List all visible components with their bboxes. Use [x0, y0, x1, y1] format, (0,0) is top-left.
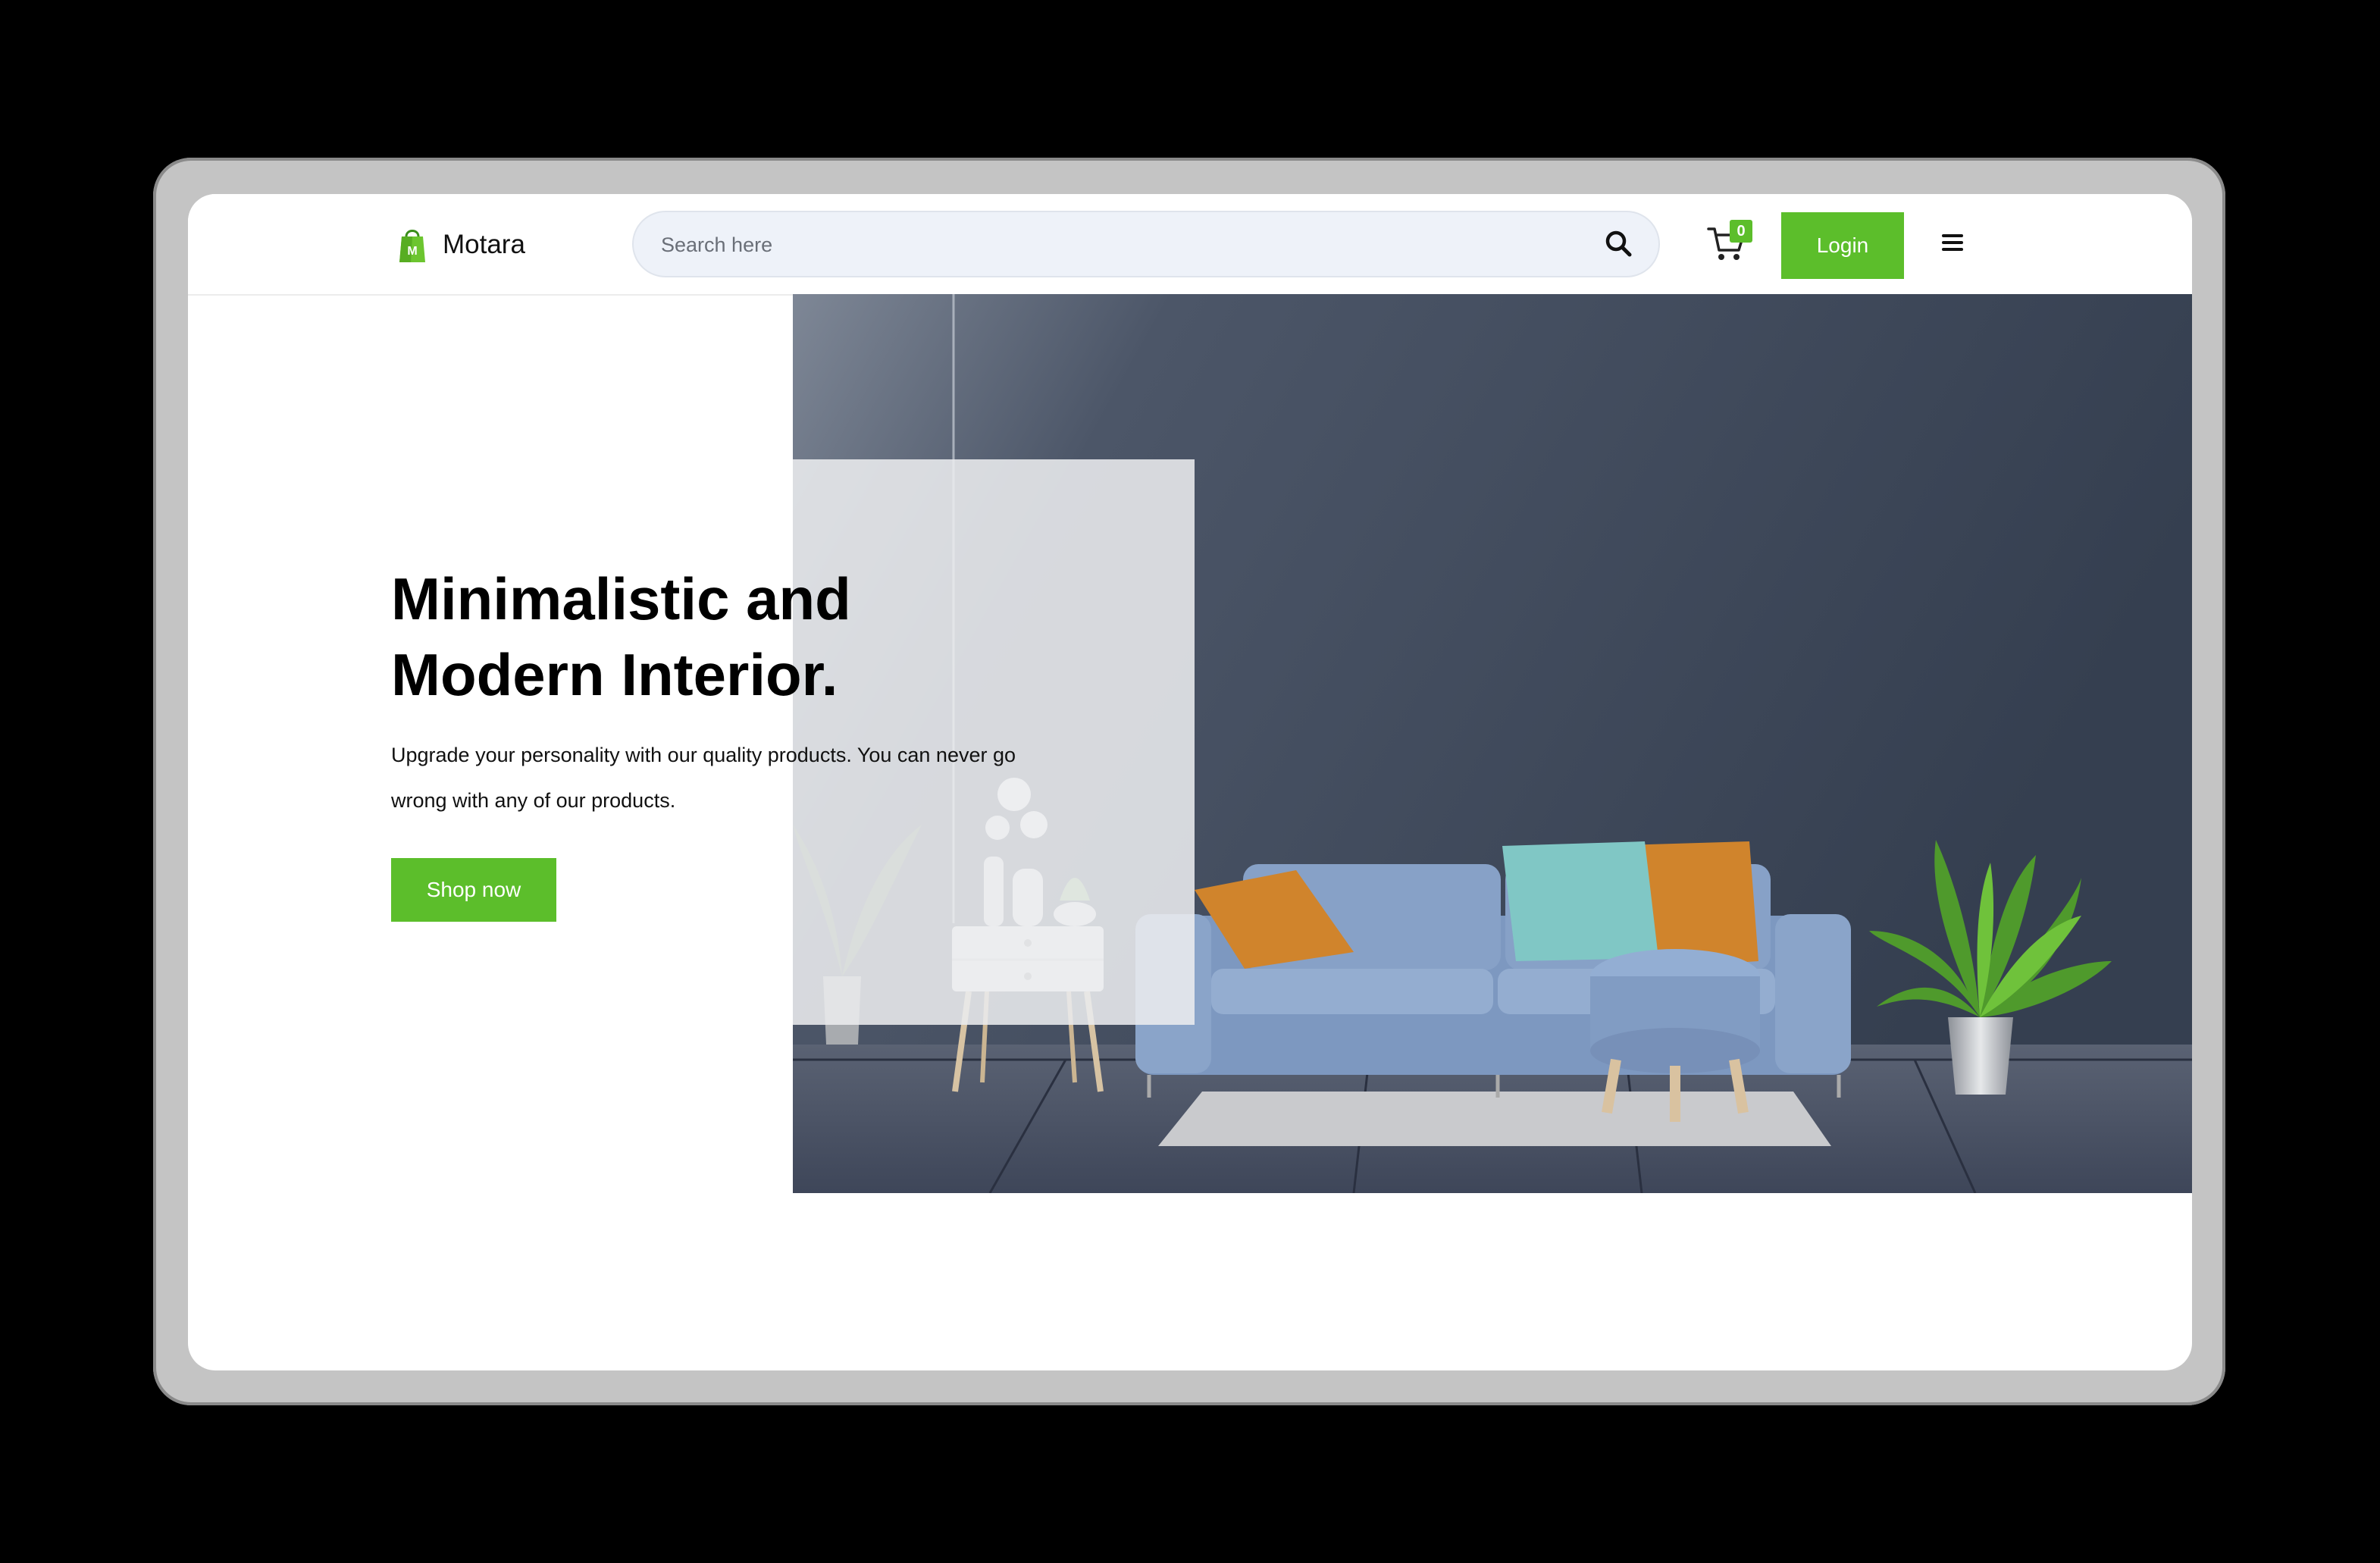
search-bar [632, 211, 1660, 277]
hero-description-line: Upgrade your personality with our qualit… [391, 744, 1016, 766]
login-button[interactable]: Login [1781, 212, 1904, 279]
brand-name[interactable]: Motara [443, 230, 525, 260]
rug [1158, 1092, 1831, 1146]
menu-bar [1942, 234, 1963, 237]
shopping-bag-icon: M [399, 230, 425, 262]
hamburger-menu-icon[interactable] [1942, 230, 1966, 258]
shop-now-button[interactable]: Shop now [391, 858, 556, 922]
menu-bar [1942, 241, 1963, 244]
site-header: M Motara 0 Login [188, 194, 2192, 296]
hero-description: Upgrade your personality with our qualit… [391, 732, 1073, 823]
menu-bar [1942, 248, 1963, 251]
search-icon[interactable] [1602, 227, 1636, 261]
pillow-teal [1502, 841, 1658, 961]
search-input[interactable] [659, 212, 1572, 277]
hero-title: Minimalistic and Modern Interior. [391, 561, 1073, 713]
brand[interactable]: M Motara [397, 226, 525, 264]
cart-count-badge: 0 [1730, 220, 1752, 243]
hero-description-line: wrong with any of our products. [391, 789, 676, 812]
logo-letter: M [407, 245, 417, 258]
hero-title-line: Minimalistic and [391, 565, 851, 632]
hero-title-line: Modern Interior. [391, 641, 838, 708]
browser-screen: M Motara 0 Login [188, 194, 2192, 1370]
